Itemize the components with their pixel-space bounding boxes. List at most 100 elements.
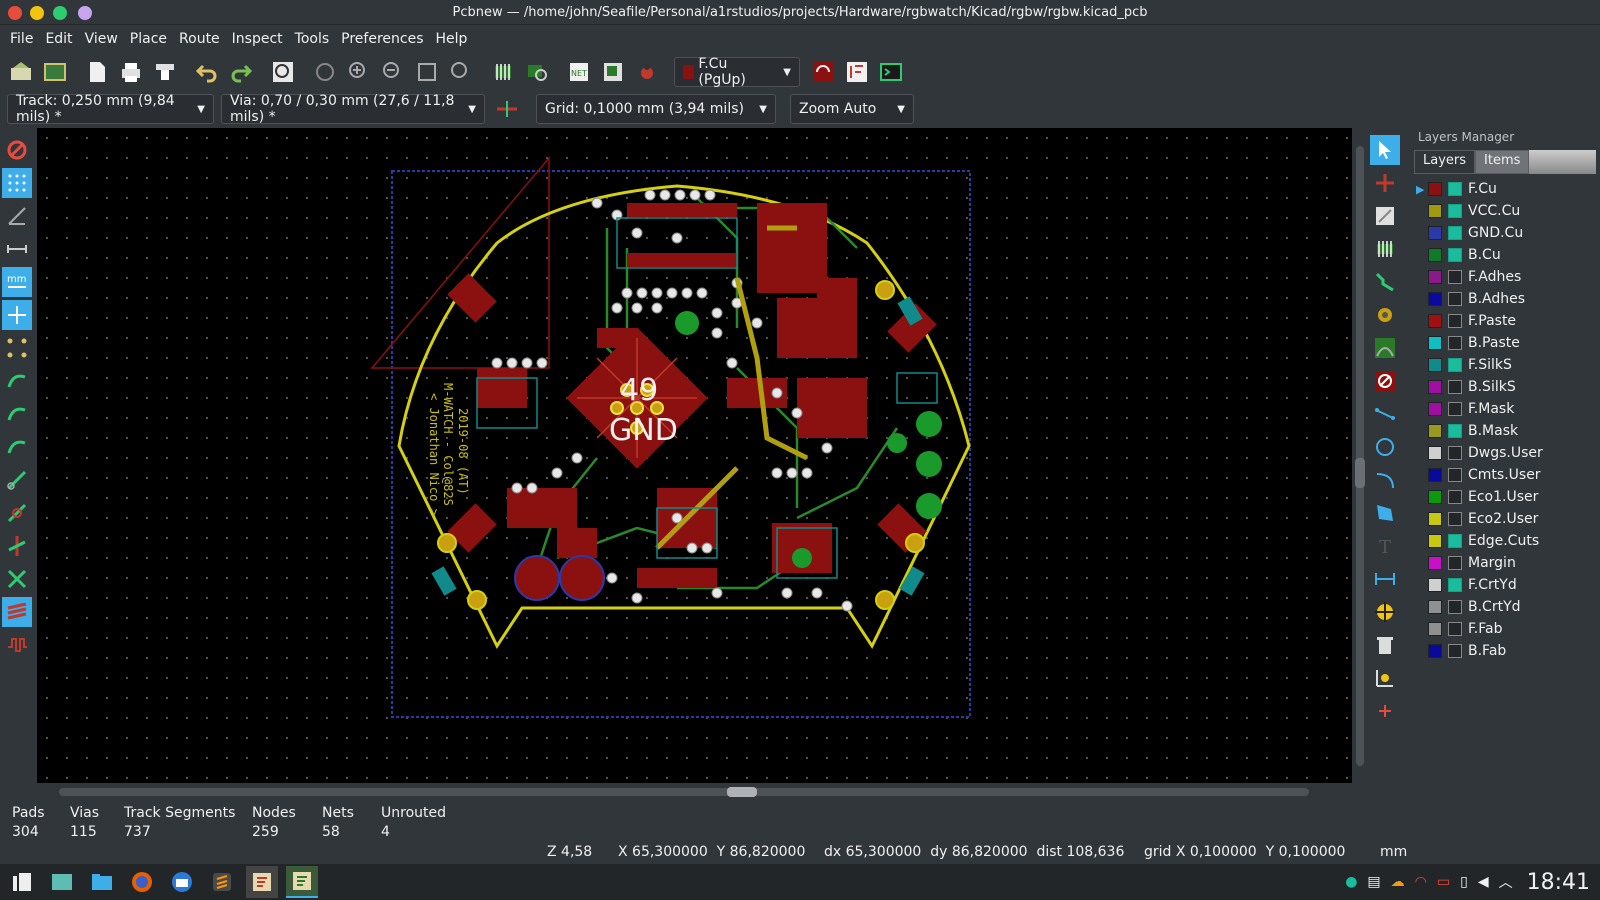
drc-off-button[interactable] (2, 135, 32, 165)
thunderbird-button[interactable] (166, 866, 198, 898)
layer-row[interactable]: Eco1.User (1410, 486, 1600, 508)
close-window-button[interactable] (8, 6, 22, 20)
footprint-viewer-button[interactable] (522, 57, 552, 87)
tab-layers[interactable]: Layers (1414, 150, 1476, 174)
layer-visibility-checkbox[interactable] (1448, 534, 1462, 548)
tray-expand-icon[interactable]: ︿ (1499, 872, 1513, 892)
add-text-button[interactable]: T (1370, 531, 1400, 561)
high-contrast-button[interactable] (2, 564, 32, 594)
layer-row[interactable]: B.Cu (1410, 244, 1600, 266)
layer-color-swatch[interactable] (1428, 622, 1442, 636)
layer-visibility-checkbox[interactable] (1448, 248, 1462, 262)
print-button[interactable] (116, 57, 146, 87)
add-zone-button[interactable] (1370, 333, 1400, 363)
pcb-canvas[interactable]: 49 GND M-WATCH - Col@82S < Jonathan Nico… (37, 128, 1352, 783)
board-setup-button[interactable] (6, 57, 36, 87)
layer-color-swatch[interactable] (1428, 402, 1442, 416)
menu-view[interactable]: View (79, 31, 124, 47)
layer-color-swatch[interactable] (1428, 424, 1442, 438)
layer-visibility-checkbox[interactable] (1448, 600, 1462, 614)
layer-row[interactable]: B.Fab (1410, 640, 1600, 662)
auto-track-width-button[interactable] (492, 94, 522, 124)
pcbnew-task-button[interactable] (286, 866, 318, 898)
layer-color-swatch[interactable] (1428, 358, 1442, 372)
scripting-button[interactable] (632, 57, 662, 87)
menu-preferences[interactable]: Preferences (335, 31, 429, 47)
layer-visibility-checkbox[interactable] (1448, 446, 1462, 460)
add-keepout-button[interactable] (1370, 366, 1400, 396)
update-pcb-button[interactable] (598, 57, 628, 87)
layer-visibility-checkbox[interactable] (1448, 402, 1462, 416)
layer-visibility-checkbox[interactable] (1448, 204, 1462, 218)
layer-color-swatch[interactable] (1428, 534, 1442, 548)
desktop-pager-button[interactable] (46, 866, 78, 898)
zoom-in-button[interactable] (344, 57, 374, 87)
layer-visibility-checkbox[interactable] (1448, 578, 1462, 592)
zoom-selection-button[interactable] (446, 57, 476, 87)
layer-row[interactable]: Cmts.User (1410, 464, 1600, 486)
layer-row[interactable]: Margin (1410, 552, 1600, 574)
layer-visibility-checkbox[interactable] (1448, 622, 1462, 636)
layer-row[interactable]: F.Fab (1410, 618, 1600, 640)
via-size-select[interactable]: Via: 0,70 / 0,30 mm (27,6 / 11,8 mils) *… (221, 93, 485, 125)
layer-color-swatch[interactable] (1428, 446, 1442, 460)
layer-row[interactable]: F.SilkS (1410, 354, 1600, 376)
menu-help[interactable]: Help (430, 31, 474, 47)
layer-row[interactable]: B.Mask (1410, 420, 1600, 442)
curved-ratsnest-button[interactable] (2, 366, 32, 396)
battery-icon[interactable]: ▭ (1437, 874, 1450, 890)
layers-manager-toggle[interactable] (2, 597, 32, 627)
layer-color-swatch[interactable] (1428, 578, 1442, 592)
layer-color-swatch[interactable] (1428, 512, 1442, 526)
layer-visibility-checkbox[interactable] (1448, 270, 1462, 284)
microwave-toolbar-toggle[interactable] (2, 630, 32, 660)
layer-visibility-checkbox[interactable] (1448, 226, 1462, 240)
menu-inspect[interactable]: Inspect (226, 31, 289, 47)
layer-color-swatch[interactable] (1428, 248, 1442, 262)
app-launcher-button[interactable] (6, 866, 38, 898)
tab-items[interactable]: Items (1475, 150, 1530, 174)
layer-row[interactable]: F.CrtYd (1410, 574, 1600, 596)
footprint-editor-button[interactable] (488, 57, 518, 87)
layer-row[interactable]: F.Adhes (1410, 266, 1600, 288)
layer-color-swatch[interactable] (1428, 204, 1442, 218)
kicad-task-button[interactable] (246, 866, 278, 898)
layer-visibility-checkbox[interactable] (1448, 468, 1462, 482)
add-target-button[interactable] (1370, 597, 1400, 627)
redraw-button[interactable] (310, 57, 340, 87)
set-origin-button[interactable] (1370, 663, 1400, 693)
highlight-net-button[interactable] (1370, 168, 1400, 198)
terminal-task-button[interactable] (206, 866, 238, 898)
grid-select[interactable]: Grid: 0,1000 mm (3,94 mils) ▼ (536, 94, 776, 124)
update-notifier-icon[interactable]: ● (1345, 874, 1357, 890)
layer-color-swatch[interactable] (1428, 226, 1442, 240)
layer-row[interactable]: VCC.Cu (1410, 200, 1600, 222)
layer-row[interactable]: GND.Cu (1410, 222, 1600, 244)
menu-tools[interactable]: Tools (289, 31, 336, 47)
layer-visibility-checkbox[interactable] (1448, 336, 1462, 350)
file-manager-button[interactable] (86, 866, 118, 898)
layer-visibility-checkbox[interactable] (1448, 556, 1462, 570)
add-arc-button[interactable] (1370, 465, 1400, 495)
microwave-tools-button[interactable] (842, 57, 872, 87)
zoom-select[interactable]: Zoom Auto ▼ (790, 94, 914, 124)
layer-visibility-checkbox[interactable] (1448, 292, 1462, 306)
zone-outline-button[interactable] (2, 432, 32, 462)
layer-pair-button[interactable] (808, 57, 838, 87)
polar-coords-button[interactable] (2, 201, 32, 231)
redo-button[interactable] (226, 57, 256, 87)
clock[interactable]: 18:41 (1527, 870, 1590, 895)
layer-row[interactable]: Edge.Cuts (1410, 530, 1600, 552)
add-dimension-button[interactable] (1370, 564, 1400, 594)
layer-color-swatch[interactable] (1428, 380, 1442, 394)
seafile-icon[interactable]: ☁ (1391, 874, 1405, 890)
layer-row[interactable]: B.CrtYd (1410, 596, 1600, 618)
layer-select[interactable]: F.Cu (PgUp) ▼ (674, 56, 800, 88)
device-icon[interactable]: ▯ (1460, 874, 1468, 890)
vias-sketch-button[interactable] (2, 498, 32, 528)
page-settings-button[interactable] (82, 57, 112, 87)
add-via-button[interactable] (1370, 300, 1400, 330)
layer-visibility-checkbox[interactable] (1448, 358, 1462, 372)
scroll-thumb[interactable] (1355, 458, 1365, 488)
undo-button[interactable] (192, 57, 222, 87)
